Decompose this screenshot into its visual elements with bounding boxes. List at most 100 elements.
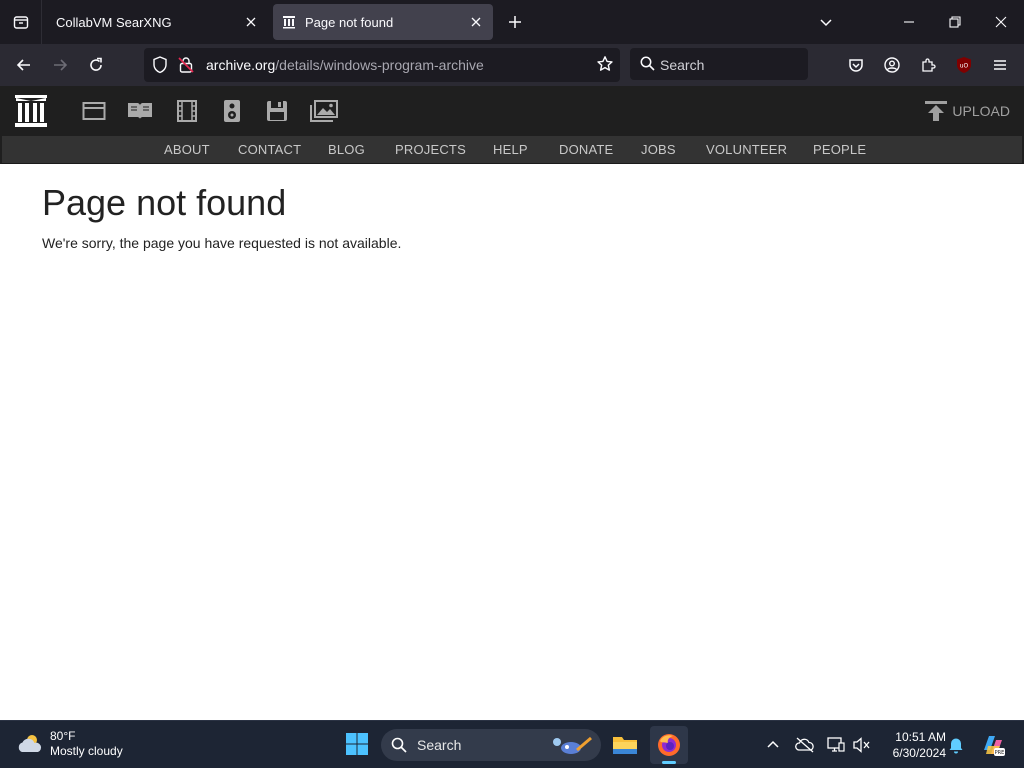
chevron-up-icon	[767, 740, 779, 748]
audio-icon[interactable]	[218, 98, 246, 124]
copilot-icon: PRE	[984, 736, 1005, 756]
minimize-button[interactable]	[886, 0, 932, 44]
bookmark-star-icon[interactable]	[596, 55, 614, 78]
tab-list-icon	[13, 16, 28, 29]
tab-list-button[interactable]	[0, 0, 42, 44]
account-icon	[884, 57, 900, 73]
tab-close-button[interactable]	[240, 11, 262, 33]
page-title: Page not found	[42, 182, 287, 223]
search-icon	[391, 737, 407, 758]
archive-favicon-icon	[281, 14, 297, 30]
search-placeholder: Search	[660, 57, 705, 73]
plus-icon	[509, 16, 521, 28]
archive-nav-bar: ABOUT CONTACT BLOG PROJECTS HELP DONATE …	[0, 136, 1024, 164]
upload-link[interactable]: UPLOAD	[924, 100, 1010, 122]
ublock-origin-button[interactable]: uO	[949, 50, 979, 80]
upload-label: UPLOAD	[952, 103, 1010, 119]
nav-blog[interactable]: BLOG	[328, 142, 365, 157]
images-icon[interactable]	[310, 98, 338, 124]
app-menu-button[interactable]	[985, 50, 1015, 80]
tab-bar: CollabVM SearXNG Page not found	[0, 0, 1024, 44]
search-highlight-icon	[547, 734, 593, 761]
firefox-taskbar-button[interactable]	[650, 726, 688, 764]
upload-icon	[925, 101, 948, 121]
taskbar-search-box[interactable]: Search	[381, 729, 601, 761]
file-explorer-button[interactable]	[606, 726, 644, 764]
volume-tray-button[interactable]	[850, 733, 874, 757]
svg-text:uO: uO	[960, 63, 969, 70]
internet-archive-logo-icon[interactable]	[13, 93, 49, 134]
windows-taskbar: 80°F Mostly cloudy Search 10:51 AM 6/30/…	[0, 720, 1024, 768]
video-icon[interactable]	[173, 98, 201, 124]
nav-help[interactable]: HELP	[493, 142, 528, 157]
weather-condition: Mostly cloudy	[50, 744, 123, 758]
nav-volunteer[interactable]: VOLUNTEER	[706, 142, 787, 157]
nav-projects[interactable]: PROJECTS	[395, 142, 466, 157]
arrow-left-icon	[16, 59, 30, 71]
list-all-tabs-button[interactable]	[803, 0, 849, 44]
insecure-lock-icon[interactable]	[178, 56, 194, 79]
nav-people[interactable]: PEOPLE	[813, 142, 866, 157]
web-icon[interactable]	[80, 98, 108, 124]
close-icon	[246, 17, 256, 27]
reload-button[interactable]	[81, 50, 111, 80]
puzzle-icon	[922, 58, 936, 72]
back-button[interactable]	[9, 50, 39, 80]
start-button[interactable]	[340, 727, 374, 761]
tracking-protection-shield-icon[interactable]	[152, 56, 168, 79]
url-path: /details/windows-program-archive	[275, 57, 484, 73]
browser-search-box[interactable]: Search	[630, 48, 808, 80]
windows-logo-icon	[346, 733, 368, 755]
restore-button[interactable]	[932, 0, 978, 44]
nav-about[interactable]: ABOUT	[164, 142, 210, 157]
pocket-icon	[849, 59, 863, 72]
svg-text:PRE: PRE	[995, 750, 1005, 756]
arrow-right-icon	[54, 59, 68, 71]
display-tray-button[interactable]	[824, 733, 848, 757]
hamburger-menu-icon	[994, 60, 1006, 70]
cloudy-weather-icon	[18, 735, 42, 752]
url-host: archive.org	[206, 57, 276, 73]
new-tab-button[interactable]	[502, 8, 528, 36]
archive-top-bar: UPLOAD	[0, 86, 1024, 136]
search-icon	[640, 56, 655, 76]
onedrive-tray-button[interactable]	[793, 733, 817, 757]
notifications-button[interactable]	[944, 733, 968, 757]
account-button[interactable]	[877, 50, 907, 80]
tab-close-button[interactable]	[465, 11, 487, 33]
monitor-icon	[827, 737, 845, 752]
active-app-indicator	[662, 761, 676, 764]
close-icon	[995, 16, 1007, 28]
address-bar[interactable]: archive.org/details/windows-program-arch…	[144, 48, 620, 82]
restore-icon	[949, 16, 961, 28]
minimize-icon	[904, 21, 914, 23]
extensions-button[interactable]	[913, 50, 943, 80]
tab-collabvm-searxng[interactable]: CollabVM SearXNG	[46, 4, 268, 40]
folder-icon	[613, 737, 637, 754]
speaker-muted-icon	[853, 737, 870, 753]
texts-icon[interactable]	[126, 98, 154, 124]
show-hidden-icons-button[interactable]	[761, 733, 785, 757]
clock-time: 10:51 AM	[895, 730, 946, 744]
tab-title: Page not found	[305, 14, 394, 30]
tab-title: CollabVM SearXNG	[56, 14, 172, 30]
forward-button[interactable]	[45, 50, 75, 80]
nav-contact[interactable]: CONTACT	[238, 142, 301, 157]
close-icon	[471, 17, 481, 27]
taskbar-clock[interactable]: 10:51 AM 6/30/2024	[880, 729, 946, 761]
software-icon[interactable]	[263, 98, 291, 124]
tab-page-not-found[interactable]: Page not found	[273, 4, 493, 40]
nav-jobs[interactable]: JOBS	[641, 142, 676, 157]
nav-donate[interactable]: DONATE	[559, 142, 613, 157]
error-message: We're sorry, the page you have requested…	[42, 235, 402, 251]
reload-icon	[90, 57, 102, 71]
url-text[interactable]: archive.org/details/windows-program-arch…	[206, 57, 484, 73]
copilot-button[interactable]: PRE	[979, 731, 1007, 759]
cloud-offline-icon	[795, 737, 814, 753]
weather-widget[interactable]: 80°F Mostly cloudy	[16, 729, 123, 759]
weather-temperature: 80°F	[50, 729, 76, 743]
pocket-button[interactable]	[841, 50, 871, 80]
ublock-shield-icon: uO	[957, 57, 971, 73]
close-window-button[interactable]	[978, 0, 1024, 44]
firefox-icon	[658, 734, 680, 756]
